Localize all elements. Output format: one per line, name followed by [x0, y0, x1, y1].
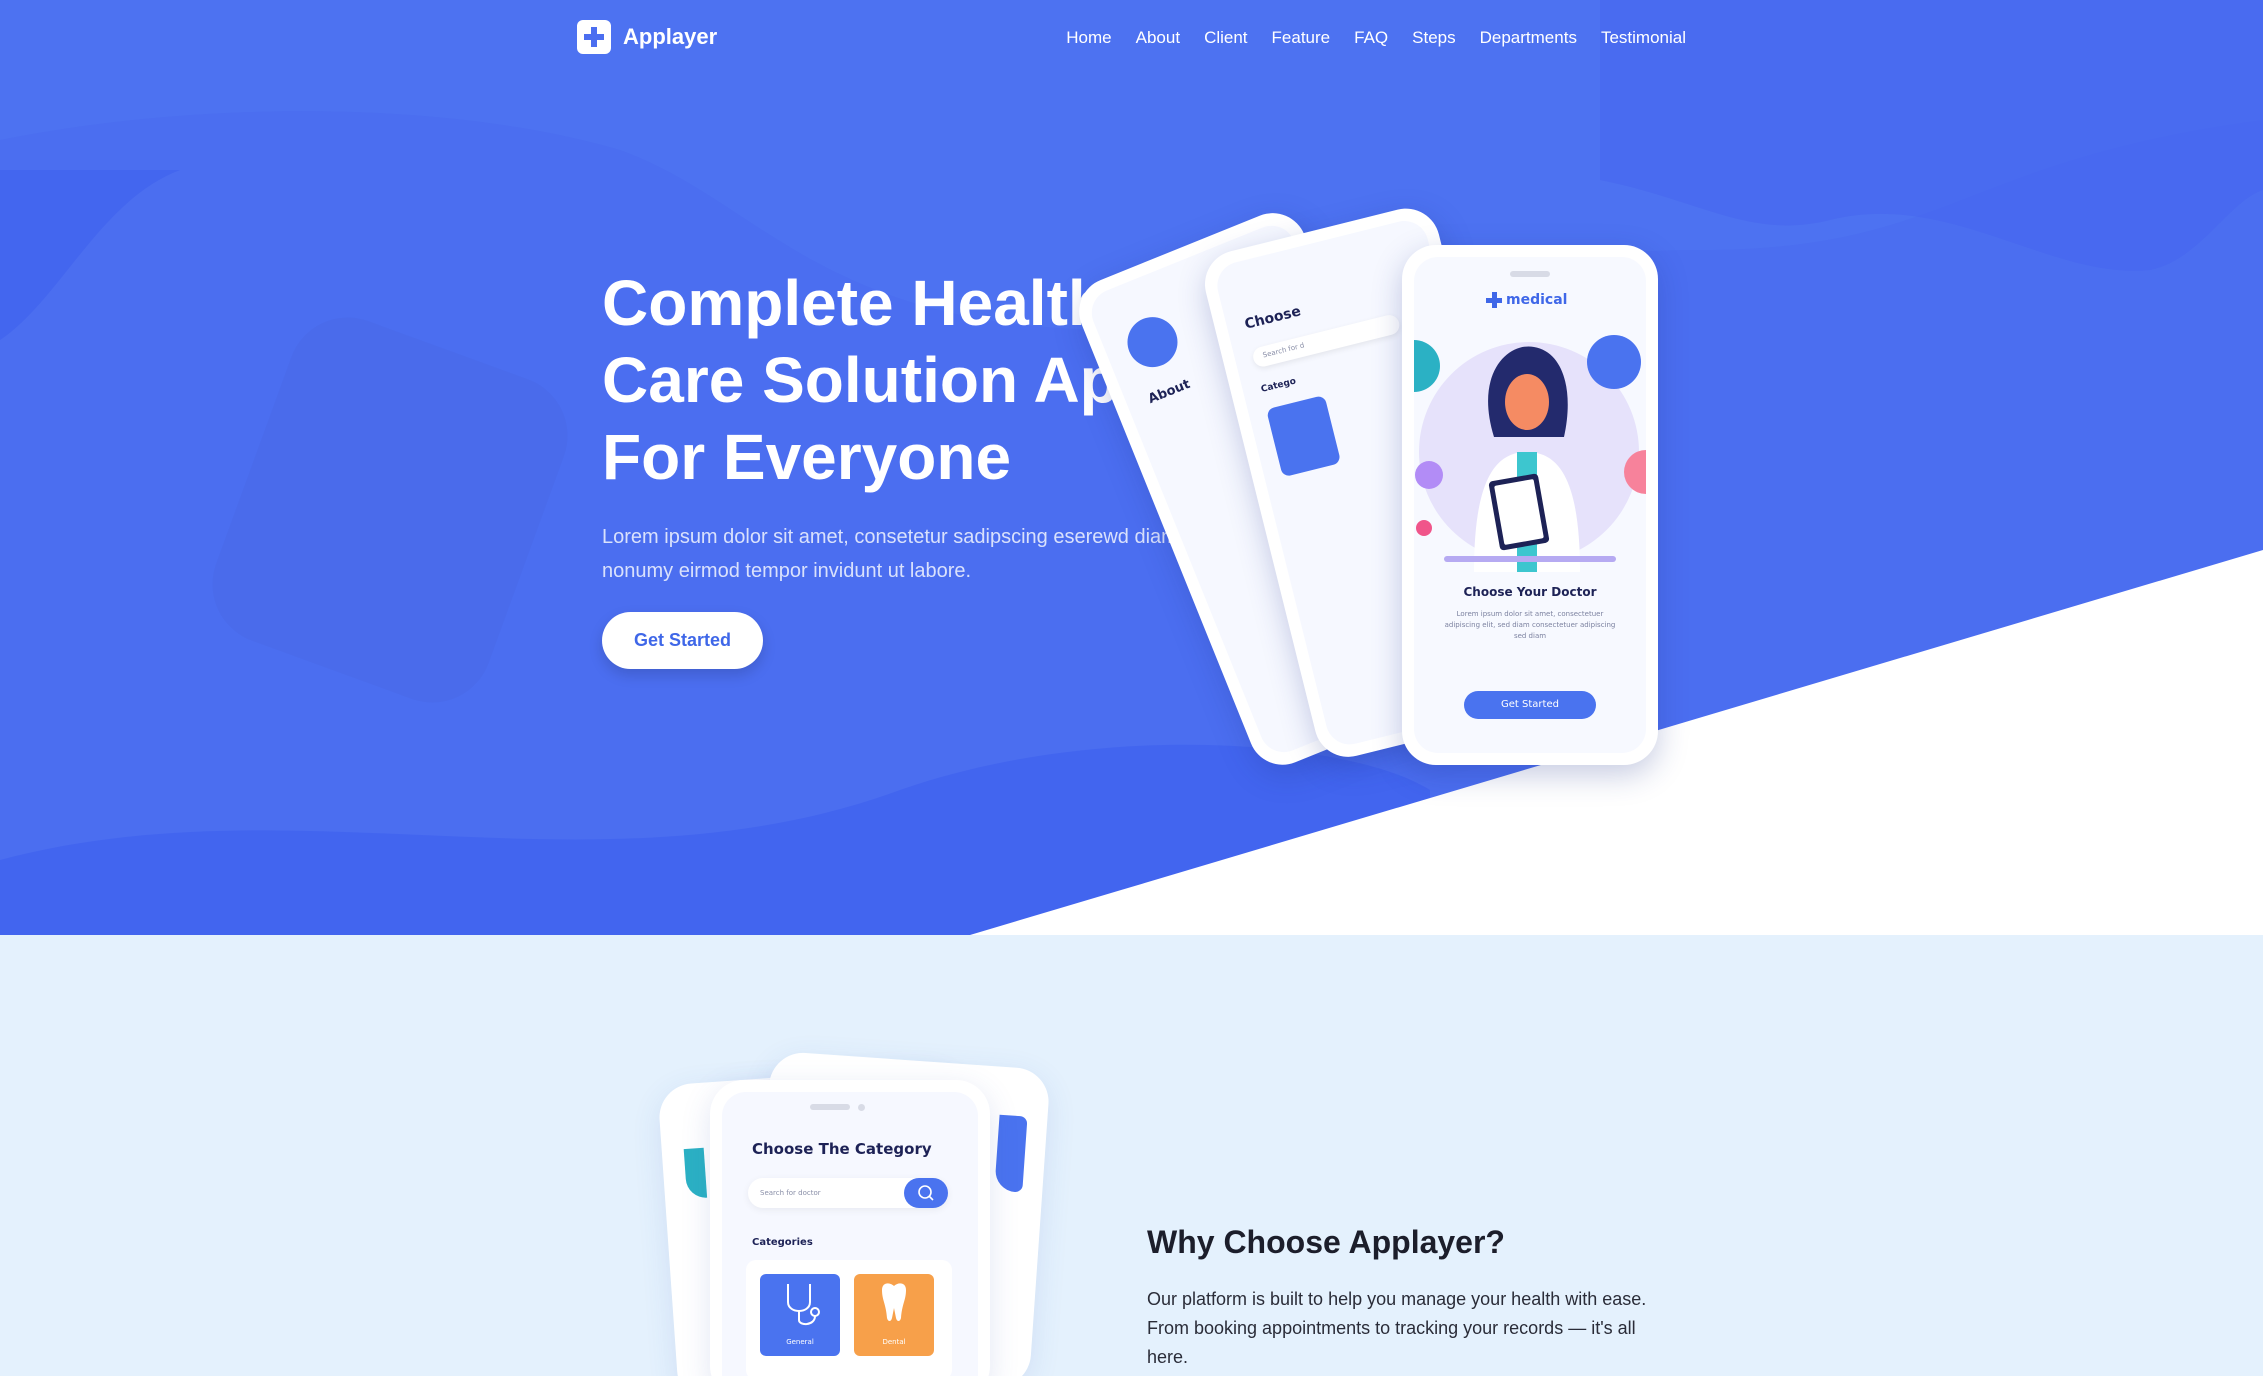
brand-logo[interactable]: Applayer: [577, 20, 717, 54]
phone-notch: [810, 1104, 850, 1110]
stethoscope-icon: [787, 1284, 820, 1326]
category-card-dental[interactable]: Dental: [854, 1274, 934, 1356]
phone-camera: [858, 1104, 865, 1111]
hero-description: Lorem ipsum dolor sit amet, consetetur s…: [602, 526, 1178, 582]
get-started-button[interactable]: Get Started: [602, 612, 763, 669]
about-label: About: [1146, 376, 1193, 408]
nav-item-steps[interactable]: Steps: [1412, 28, 1455, 48]
categories-label: Categories: [752, 1237, 813, 1248]
categories-grid: General Dental: [746, 1260, 952, 1376]
doctor-search-input[interactable]: Search for doctor: [748, 1178, 948, 1208]
phone-mockup-front: medical Choose Your Doctor Lorem ipsum d…: [1402, 245, 1658, 765]
nav-item-client[interactable]: Client: [1204, 28, 1247, 48]
choose-doctor-text: Lorem ipsum dolor sit amet, consectetuer…: [1444, 610, 1616, 640]
nav-item-departments[interactable]: Departments: [1480, 28, 1577, 48]
hero-section: Applayer Home About Client Feature FAQ S…: [0, 0, 2263, 935]
choose-label: Choose: [1243, 303, 1303, 333]
search-button[interactable]: [904, 1178, 948, 1208]
tooth-icon: [882, 1283, 906, 1321]
categories-label: Catego: [1260, 376, 1298, 395]
nav-links: Home About Client Feature FAQ Steps Depa…: [1066, 28, 1686, 48]
choose-category-heading: Choose The Category: [752, 1140, 932, 1158]
section-title: Why Choose Applayer?: [1147, 1224, 1505, 1260]
nav-item-testimonial[interactable]: Testimonial: [1601, 28, 1686, 48]
section-description: Our platform is built to help you manage…: [1147, 1289, 1647, 1367]
nav-item-about[interactable]: About: [1136, 28, 1180, 48]
choose-doctor-heading: Choose Your Doctor: [1463, 585, 1597, 599]
medical-cross-icon: [1486, 292, 1502, 308]
phone-notch: [1510, 271, 1550, 277]
search-icon: [918, 1185, 934, 1201]
nav-item-home[interactable]: Home: [1066, 28, 1111, 48]
medical-cross-icon: [577, 20, 611, 54]
phone-get-started-button[interactable]: Get Started: [1464, 691, 1596, 719]
doctor-illustration: [1414, 335, 1646, 572]
nav-item-feature[interactable]: Feature: [1272, 28, 1331, 48]
doctor-avatar: [1119, 309, 1186, 375]
category-card: [1266, 394, 1342, 478]
medical-logo: medical: [1486, 292, 1567, 308]
phone-mockup-category: Choose The Category Search for doctor Ca…: [710, 1080, 990, 1376]
brand-name: Applayer: [623, 24, 718, 49]
navbar: Applayer Home About Client Feature FAQ S…: [0, 0, 2263, 80]
category-card-general[interactable]: General: [760, 1274, 840, 1356]
nav-item-faq[interactable]: FAQ: [1354, 28, 1388, 48]
